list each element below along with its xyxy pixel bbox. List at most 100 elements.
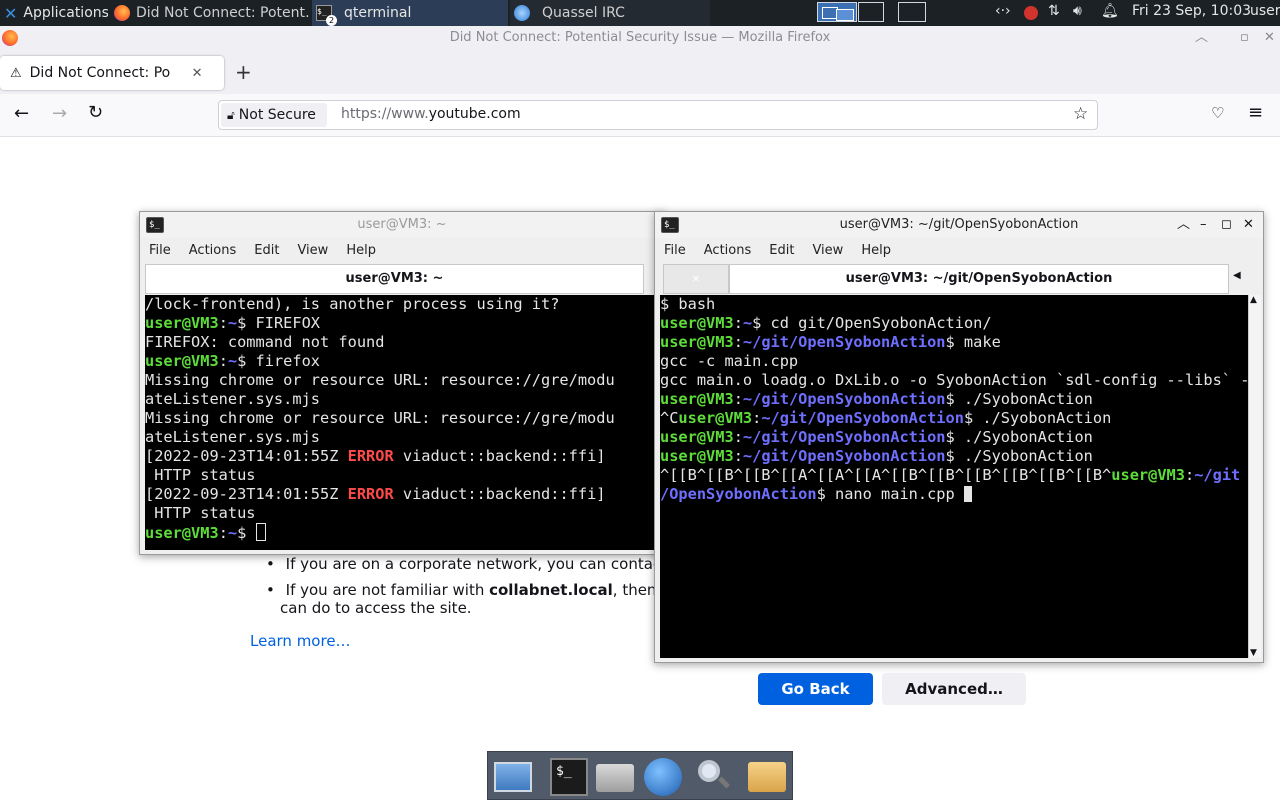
menu-edit[interactable]: Edit [760, 240, 803, 262]
bullet-domain: collabnet.local [489, 581, 613, 599]
bullet-dot: • [266, 555, 275, 573]
pocket-icon[interactable]: ♡ [1211, 104, 1224, 122]
terminal-line: gcc -c main.cpp [660, 352, 799, 370]
learn-more-link[interactable]: Learn more… [250, 632, 351, 650]
search-icon[interactable] [694, 758, 732, 796]
minimize-icon[interactable]: ︿ [1177, 212, 1190, 238]
terminal-line: Missing chrome or resource URL: resource… [145, 409, 615, 427]
network-transfer-icon[interactable]: ⇅ [1048, 3, 1060, 19]
applications-menu-button[interactable]: ✕ Applications ☰ [0, 0, 108, 26]
firefox-icon [114, 5, 130, 21]
show-desktop-icon[interactable] [494, 762, 532, 792]
notification-bell-icon[interactable]: 🔔︎ [1101, 3, 1119, 19]
workspace-2[interactable] [858, 2, 884, 22]
back-arrow-icon[interactable]: ← [14, 103, 29, 124]
terminal-line: user@VM3:~/git/OpenSyobonAction$ ./Syobo… [660, 390, 1093, 408]
terminal-output[interactable]: $ bash user@VM3:~$ cd git/OpenSyobonActio… [660, 295, 1248, 658]
applications-label: Applications [23, 5, 108, 21]
terminal-cursor [255, 523, 266, 541]
url-domain: youtube.com [428, 106, 521, 122]
terminal-line: HTTP status [145, 504, 256, 522]
menu-file[interactable]: File [655, 240, 695, 262]
terminal-title-bar[interactable]: $_ user@VM3: ~ [140, 212, 664, 238]
not-secure-label: Not Secure [238, 107, 316, 123]
close-icon[interactable]: ✕ [1264, 26, 1275, 50]
update-notifier-icon[interactable] [1024, 6, 1038, 20]
taskbar-label: Quassel IRC [542, 5, 625, 21]
terminal-title-bar[interactable]: $_ user@VM3: ~/git/OpenSyobonAction ︿ – … [655, 212, 1263, 238]
workspace-1[interactable] [817, 2, 857, 22]
terminal-line: Missing chrome or resource URL: resource… [145, 371, 615, 389]
taskbar-label: qterminal [344, 5, 412, 21]
tab-scroll-left-icon[interactable]: ◀ [1233, 270, 1241, 281]
reload-icon[interactable]: ↻ [88, 102, 103, 123]
terminal-menubar: File Actions Edit View Help [655, 240, 1263, 262]
security-indicator[interactable]: 🔓︎ Not Secure [221, 103, 327, 127]
menu-edit[interactable]: Edit [245, 240, 288, 262]
terminal-line: user@VM3:~$ cd git/OpenSyobonAction/ [660, 314, 992, 332]
firefox-window-title: Did Not Connect: Potential Security Issu… [0, 26, 1280, 50]
new-tab-button[interactable]: + [235, 60, 252, 84]
tab-close-icon[interactable]: ✕ [192, 66, 203, 81]
url-text[interactable]: https://www.youtube.com [341, 106, 521, 122]
close-icon[interactable]: ✕ [1243, 212, 1254, 238]
browser-tab-active[interactable]: ⚠ Did Not Connect: Potentia ✕ [0, 56, 224, 90]
scroll-down-icon[interactable]: ▼ [1250, 648, 1257, 658]
terminal-cursor [963, 486, 972, 502]
tab-title: Did Not Connect: Potentia [29, 65, 170, 81]
terminal-tab-inactive[interactable]: ✕ [663, 264, 729, 294]
network-icon[interactable]: ‹·› [995, 3, 1011, 19]
terminal-line: /OpenSyobonAction$ nano main.cpp [660, 485, 1248, 504]
maximize-icon[interactable]: ▫ [1240, 26, 1249, 50]
error-bullet-2-cont: can do to access the site. [280, 599, 472, 617]
menu-actions[interactable]: Actions [695, 240, 761, 262]
menu-help[interactable]: Help [852, 240, 900, 262]
terminal-scrollbar[interactable]: ▲ ▼ [1248, 295, 1261, 658]
terminal-window-opensyobon[interactable]: $_ user@VM3: ~/git/OpenSyobonAction ︿ – … [654, 211, 1264, 663]
terminal-line: user@VM3:~/git/OpenSyobonAction$ ./Syobo… [660, 428, 1093, 446]
terminal-tab-active[interactable]: user@VM3: ~/git/OpenSyobonAction [729, 264, 1229, 294]
menu-help[interactable]: Help [337, 240, 385, 262]
menu-actions[interactable]: Actions [180, 240, 246, 262]
forward-arrow-icon[interactable]: → [52, 103, 67, 124]
hamburger-menu-icon[interactable]: ≡ [1248, 102, 1263, 123]
window-title-text: Did Not Connect: Potential Security Issu… [449, 30, 831, 45]
taskbar-item-firefox[interactable]: Did Not Connect: Potent… [110, 0, 310, 26]
restore-icon[interactable]: – [1200, 212, 1207, 238]
terminal-title: user@VM3: ~ [357, 217, 447, 232]
web-browser-icon[interactable] [644, 758, 682, 796]
clock[interactable]: Fri 23 Sep, 10:03 [1132, 3, 1251, 19]
taskbar-item-quassel[interactable]: Quassel IRC [510, 0, 710, 26]
user-menu[interactable]: user [1250, 3, 1280, 19]
url-prefix: https://www. [341, 106, 429, 122]
tab-close-icon[interactable]: ✕ [692, 274, 700, 285]
bookmark-star-icon[interactable]: ☆ [1073, 104, 1088, 124]
terminal-icon: $_ [661, 217, 679, 233]
terminal-line: /lock-frontend), is another process usin… [145, 295, 560, 313]
url-bar[interactable]: 🔓︎ Not Secure https://www.youtube.com ☆ [218, 100, 1098, 130]
terminal-line: FIREFOX: command not found [145, 333, 385, 351]
menu-view[interactable]: View [803, 240, 852, 262]
bullet-text: If you are on a corporate network, you c… [285, 555, 662, 573]
terminal-output[interactable]: /lock-frontend), is another process usin… [145, 295, 661, 550]
terminal-window-home[interactable]: $_ user@VM3: ~ File Actions Edit View He… [139, 211, 665, 555]
xfce-logo-icon: ✕ [4, 3, 18, 23]
workspace-3[interactable] [898, 2, 926, 22]
terminal-icon[interactable]: $_ [550, 758, 588, 796]
go-back-button[interactable]: Go Back [758, 673, 873, 705]
advanced-button[interactable]: Advanced… [882, 673, 1026, 705]
volume-icon[interactable]: 🔊︎ [1073, 3, 1082, 19]
scroll-up-icon[interactable]: ▲ [1250, 295, 1257, 305]
minimize-icon[interactable]: ︿ [1195, 26, 1208, 50]
folder-icon[interactable] [748, 762, 786, 792]
taskbar-label: Did Not Connect: Potent… [136, 5, 310, 21]
maximize-icon[interactable]: ◻ [1221, 212, 1232, 238]
terminal-line: user@VM3:~/git/OpenSyobonAction$ make [660, 333, 1001, 351]
menu-file[interactable]: File [140, 240, 180, 262]
terminal-line: user@VM3:~$ [145, 523, 661, 542]
menu-view[interactable]: View [288, 240, 337, 262]
taskbar-item-qterminal[interactable]: $_ 2 qterminal [312, 0, 508, 26]
firefox-icon [2, 30, 18, 46]
terminal-tab[interactable]: user@VM3: ~ [145, 264, 644, 294]
file-manager-icon[interactable] [596, 764, 634, 792]
